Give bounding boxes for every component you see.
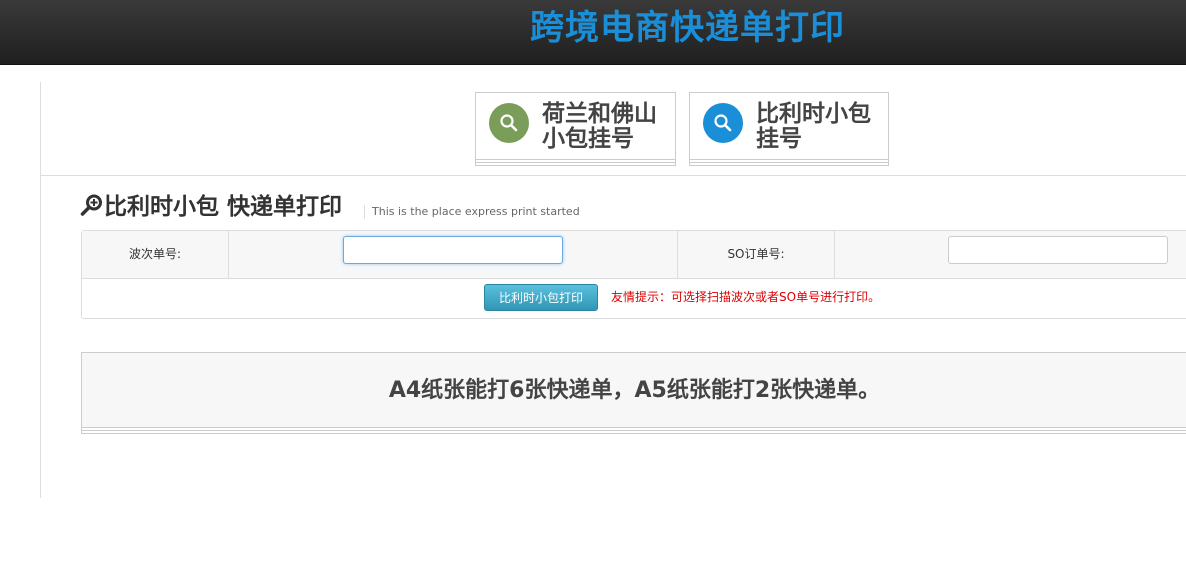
nav-button-belgium[interactable]: 比利时小包 挂号 <box>689 92 889 160</box>
form-row: 波次单号: SO订单号: <box>82 231 1186 279</box>
section-divider <box>40 175 1186 176</box>
paper-note-text: A4纸张能打6张快递单，A5纸张能打2张快递单。 <box>388 378 881 403</box>
page-title: 比利时小包 快递单打印 <box>80 192 342 222</box>
header-bar: 跨境电商快递单打印 <box>0 0 1186 65</box>
nav-button-label: 比利时小包 挂号 <box>756 101 871 152</box>
app-title: 跨境电商快递单打印 <box>530 8 845 48</box>
page-title-text: 比利时小包 快递单打印 <box>104 194 343 220</box>
batch-number-label: 波次单号: <box>82 231 229 278</box>
print-form: 波次单号: SO订单号: 比利时小包打印 友情提示：可选择扫描波次或者SO单号进… <box>81 230 1186 319</box>
so-number-label: SO订单号: <box>678 231 835 278</box>
zoom-in-icon <box>80 194 102 216</box>
left-divider <box>40 82 41 498</box>
nav-button-netherlands-foshan[interactable]: 荷兰和佛山 小包挂号 <box>475 92 676 160</box>
so-number-input[interactable] <box>948 236 1168 264</box>
nav-button-label: 荷兰和佛山 小包挂号 <box>542 101 657 152</box>
print-button[interactable]: 比利时小包打印 <box>484 284 598 311</box>
batch-number-cell <box>229 231 678 278</box>
search-icon <box>703 103 743 143</box>
batch-number-input[interactable] <box>343 236 563 264</box>
search-icon <box>489 103 529 143</box>
paper-note-box: A4纸张能打6张快递单，A5纸张能打2张快递单。 <box>81 352 1186 428</box>
so-number-cell <box>835 231 1186 278</box>
hint-text: 友情提示：可选择扫描波次或者SO单号进行打印。 <box>611 290 881 304</box>
page-subtitle: This is the place express print started <box>364 205 580 219</box>
